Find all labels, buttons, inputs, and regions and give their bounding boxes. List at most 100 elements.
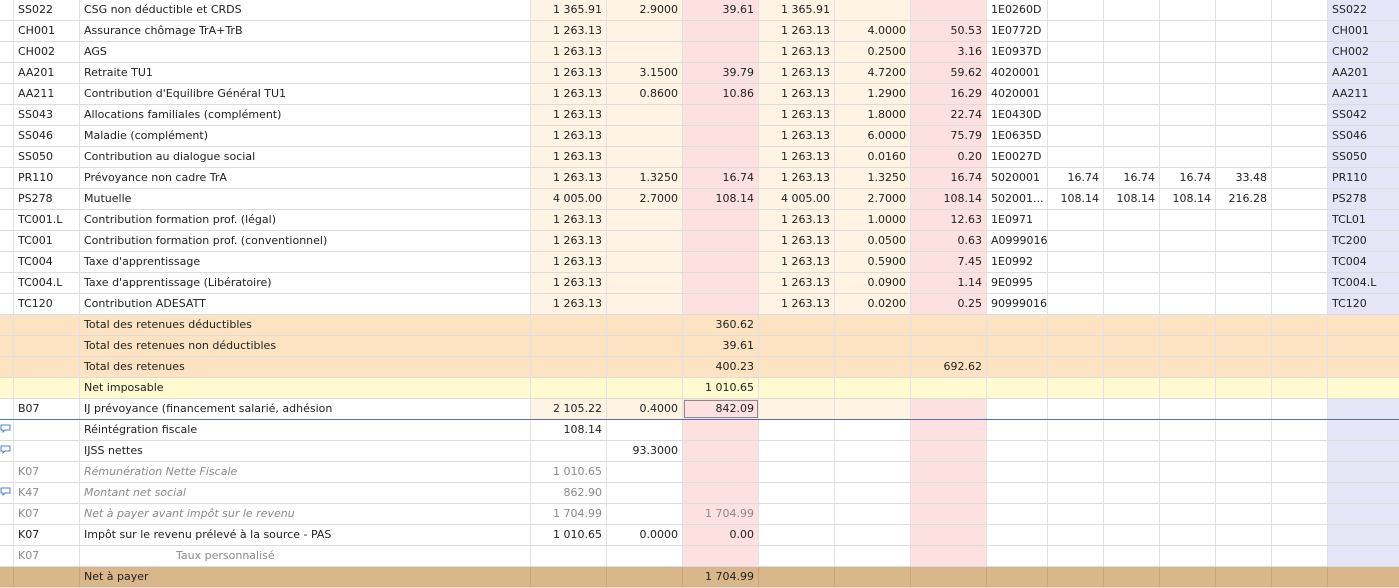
compte-cell[interactable]: A0999016	[987, 231, 1048, 251]
taux-salarie-cell[interactable]	[607, 21, 683, 41]
taux-patronal-cell[interactable]	[835, 441, 911, 461]
base-patronal-cell[interactable]	[759, 483, 835, 503]
compte-cell[interactable]: 1E0992	[987, 252, 1048, 272]
extra-col5-cell[interactable]	[1272, 399, 1328, 419]
base-salarie-cell[interactable]: 4 005.00	[531, 189, 607, 209]
base-patronal-cell[interactable]	[759, 336, 835, 356]
extra-col1-cell[interactable]	[1048, 420, 1104, 440]
taux-salarie-cell[interactable]: 2.9000	[607, 0, 683, 20]
extra-col4-cell[interactable]	[1216, 210, 1272, 230]
base-salarie-cell[interactable]: 1 263.13	[531, 63, 607, 83]
montant-patronal-cell[interactable]	[911, 462, 987, 482]
extra-col1-cell[interactable]	[1048, 63, 1104, 83]
base-salarie-cell[interactable]: 1 365.91	[531, 0, 607, 20]
extra-col5-cell[interactable]	[1272, 483, 1328, 503]
rubrique-code-cell[interactable]: AA201	[14, 63, 80, 83]
compte-cell[interactable]	[987, 420, 1048, 440]
base-patronal-cell[interactable]	[759, 315, 835, 335]
rubrique-code-cell[interactable]: K47	[14, 483, 80, 503]
extra-col5-cell[interactable]	[1272, 504, 1328, 524]
rubrique-label-cell[interactable]: AGS	[80, 42, 531, 62]
rubrique-label-cell[interactable]: Total des retenues déductibles	[80, 315, 531, 335]
extra-col4-cell[interactable]	[1216, 378, 1272, 398]
extra-col5-cell[interactable]	[1272, 252, 1328, 272]
extra-col1-cell[interactable]	[1048, 504, 1104, 524]
montant-salarie-cell[interactable]: 842.09	[683, 399, 759, 419]
montant-patronal-cell[interactable]	[911, 504, 987, 524]
montant-patronal-cell[interactable]	[911, 315, 987, 335]
code-report-cell[interactable]: TCL01	[1328, 210, 1399, 230]
compte-cell[interactable]	[987, 441, 1048, 461]
extra-col2-cell[interactable]	[1104, 462, 1160, 482]
montant-patronal-cell[interactable]	[911, 546, 987, 566]
code-report-cell[interactable]	[1328, 420, 1399, 440]
table-row[interactable]: K47 Montant net social 862.90	[0, 483, 1399, 504]
base-salarie-cell[interactable]	[531, 441, 607, 461]
extra-col4-cell[interactable]	[1216, 231, 1272, 251]
extra-col2-cell[interactable]	[1104, 441, 1160, 461]
code-report-cell[interactable]	[1328, 504, 1399, 524]
table-row[interactable]: TC120 Contribution ADESATT 1 263.13 1 263.1…	[0, 294, 1399, 315]
extra-col3-cell[interactable]	[1160, 147, 1216, 167]
rubrique-code-cell[interactable]: TC001.L	[14, 210, 80, 230]
base-patronal-cell[interactable]	[759, 420, 835, 440]
taux-patronal-cell[interactable]: 0.0900	[835, 273, 911, 293]
extra-col5-cell[interactable]	[1272, 567, 1328, 587]
compte-cell[interactable]: 502001...	[987, 189, 1048, 209]
base-patronal-cell[interactable]: 1 263.13	[759, 147, 835, 167]
montant-patronal-cell[interactable]	[911, 441, 987, 461]
montant-salarie-cell[interactable]	[683, 273, 759, 293]
code-report-cell[interactable]	[1328, 483, 1399, 503]
rubrique-code-cell[interactable]: CH002	[14, 42, 80, 62]
extra-col5-cell[interactable]	[1272, 105, 1328, 125]
base-patronal-cell[interactable]: 1 263.13	[759, 126, 835, 146]
base-patronal-cell[interactable]: 1 263.13	[759, 252, 835, 272]
extra-col1-cell[interactable]	[1048, 84, 1104, 104]
comment-icon[interactable]	[0, 424, 11, 433]
taux-salarie-cell[interactable]	[607, 546, 683, 566]
taux-patronal-cell[interactable]	[835, 336, 911, 356]
montant-salarie-cell[interactable]	[683, 462, 759, 482]
rubrique-label-cell[interactable]: Total des retenues non déductibles	[80, 336, 531, 356]
montant-salarie-cell[interactable]: 360.62	[683, 315, 759, 335]
extra-col3-cell[interactable]	[1160, 336, 1216, 356]
extra-col4-cell[interactable]	[1216, 273, 1272, 293]
extra-col3-cell[interactable]	[1160, 420, 1216, 440]
rubrique-label-cell[interactable]: Prévoyance non cadre TrA	[80, 168, 531, 188]
extra-col2-cell[interactable]	[1104, 315, 1160, 335]
rubrique-code-cell[interactable]: PR110	[14, 168, 80, 188]
code-report-cell[interactable]	[1328, 462, 1399, 482]
extra-col5-cell[interactable]	[1272, 126, 1328, 146]
rubrique-code-cell[interactable]: TC004.L	[14, 273, 80, 293]
base-salarie-cell[interactable]: 108.14	[531, 420, 607, 440]
extra-col2-cell[interactable]	[1104, 21, 1160, 41]
base-salarie-cell[interactable]: 1 263.13	[531, 42, 607, 62]
extra-col3-cell[interactable]	[1160, 399, 1216, 419]
extra-col2-cell[interactable]	[1104, 105, 1160, 125]
extra-col5-cell[interactable]	[1272, 84, 1328, 104]
montant-salarie-cell[interactable]: 0.00	[683, 525, 759, 545]
montant-patronal-cell[interactable]: 1.14	[911, 273, 987, 293]
extra-col3-cell[interactable]	[1160, 462, 1216, 482]
montant-patronal-cell[interactable]: 692.62	[911, 357, 987, 377]
montant-patronal-cell[interactable]	[911, 0, 987, 20]
rubrique-code-cell[interactable]: PS278	[14, 189, 80, 209]
rubrique-label-cell[interactable]: Rémunération Nette Fiscale	[80, 462, 531, 482]
rubrique-label-cell[interactable]: Contribution ADESATT	[80, 294, 531, 314]
rubrique-code-cell[interactable]: CH001	[14, 21, 80, 41]
rubrique-label-cell[interactable]: Net imposable	[80, 378, 531, 398]
rubrique-label-cell[interactable]: Total des retenues	[80, 357, 531, 377]
rubrique-code-cell[interactable]	[14, 441, 80, 461]
taux-salarie-cell[interactable]	[607, 378, 683, 398]
rubrique-code-cell[interactable]: K07	[14, 462, 80, 482]
compte-cell[interactable]: 5020001	[987, 168, 1048, 188]
extra-col5-cell[interactable]	[1272, 273, 1328, 293]
extra-col5-cell[interactable]	[1272, 336, 1328, 356]
taux-patronal-cell[interactable]	[835, 378, 911, 398]
rubrique-code-cell[interactable]: TC001	[14, 231, 80, 251]
rubrique-code-cell[interactable]	[14, 420, 80, 440]
extra-col1-cell[interactable]: 108.14	[1048, 189, 1104, 209]
taux-patronal-cell[interactable]: 1.0000	[835, 210, 911, 230]
extra-col3-cell[interactable]	[1160, 84, 1216, 104]
extra-col3-cell[interactable]	[1160, 504, 1216, 524]
